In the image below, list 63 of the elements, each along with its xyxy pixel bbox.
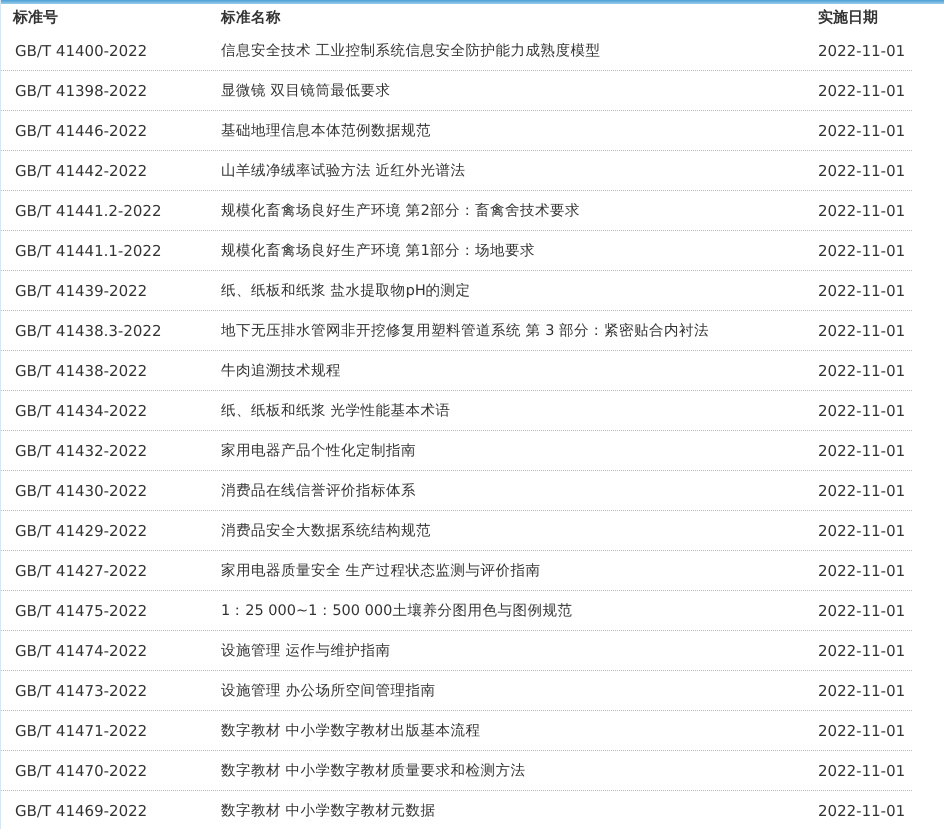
table-cell: 2022-11-01 xyxy=(818,722,906,740)
table-cell-text: GB/T 41469-2022 xyxy=(15,802,148,820)
table-cell-text: GB/T 41471-2022 xyxy=(15,722,148,740)
table-cell: 2022-11-01 xyxy=(818,802,906,820)
table-cell-text: 基础地理信息本体范例数据规范 xyxy=(221,122,432,140)
table-cell-text: GB/T 41470-2022 xyxy=(15,762,148,780)
table-cell-text: 山羊绒净绒率试验方法 近红外光谱法 xyxy=(221,162,467,180)
table-cell-text: GB/T 41442-2022 xyxy=(15,162,148,180)
table-cell-text: 数字教材 中小学数字教材出版基本流程 xyxy=(221,722,482,740)
table-cell-text: 1：25 000~1：500 000土壤养分图用色与图例规范 xyxy=(221,602,574,620)
table-cell-text: GB/T 41432-2022 xyxy=(15,442,148,460)
table-cell-text: GB/T 41446-2022 xyxy=(15,122,148,140)
table-cell: 2022-11-01 xyxy=(818,282,906,300)
column-header: 标准号 xyxy=(13,8,59,27)
table-cell: 2022-11-01 xyxy=(818,362,906,380)
table-cell: 2022-11-01 xyxy=(818,562,906,580)
table-cell: 2022-11-01 xyxy=(818,602,906,620)
table-cell: 2022-11-01 xyxy=(818,642,906,660)
table-cell: 2022-11-01 xyxy=(818,122,906,140)
table-cell-text: 纸、纸板和纸浆 光学性能基本术语 xyxy=(221,402,452,420)
table-cell-text: 牛肉追溯技术规程 xyxy=(221,362,342,380)
table-cell: 2022-11-01 xyxy=(818,42,906,60)
table-cell-text: GB/T 41438.3-2022 xyxy=(15,322,163,340)
table-cell-text: GB/T 41427-2022 xyxy=(15,562,148,580)
table-cell: 2022-11-01 xyxy=(818,242,906,260)
table-cell-text: 信息安全技术 工业控制系统信息安全防护能力成熟度模型 xyxy=(221,42,602,60)
table-cell: 2022-11-01 xyxy=(818,482,906,500)
table-cell-text: 规模化畜禽场良好生产环境 第2部分：畜禽舍技术要求 xyxy=(221,202,581,220)
table-cell-text: 消费品在线信誉评价指标体系 xyxy=(221,482,417,500)
table-cell: 2022-11-01 xyxy=(818,162,906,180)
table-cell: 2022-11-01 xyxy=(818,522,906,540)
table-cell-text: GB/T 41441.1-2022 xyxy=(15,242,163,260)
table-cell: 2022-11-01 xyxy=(818,322,906,340)
table-cell: 2022-11-01 xyxy=(818,442,906,460)
table-cell-text: 设施管理 运作与维护指南 xyxy=(221,642,392,660)
table-cell-text: GB/T 41430-2022 xyxy=(15,482,148,500)
column-header: 实施日期 xyxy=(818,8,878,27)
table-cell: 2022-11-01 xyxy=(818,202,906,220)
table-cell-text: GB/T 41475-2022 xyxy=(15,602,148,620)
table-cell-text: 数字教材 中小学数字教材元数据 xyxy=(221,802,437,820)
table-cell: 2022-11-01 xyxy=(818,82,906,100)
table-cell-text: 数字教材 中小学数字教材质量要求和检测方法 xyxy=(221,762,527,780)
table-cell-text: GB/T 41429-2022 xyxy=(15,522,148,540)
table-cell-text: 设施管理 办公场所空间管理指南 xyxy=(221,682,437,700)
table-cell-text: GB/T 41473-2022 xyxy=(15,682,148,700)
table-cell-text: 家用电器产品个性化定制指南 xyxy=(221,442,417,460)
table-cell-text: GB/T 41434-2022 xyxy=(15,402,148,420)
table-cell: 2022-11-01 xyxy=(818,402,906,420)
table-cell-text: GB/T 41439-2022 xyxy=(15,282,148,300)
column-header: 标准名称 xyxy=(221,8,282,27)
table-cell-text: GB/T 41441.2-2022 xyxy=(15,202,163,220)
table-cell: 2022-11-01 xyxy=(818,762,906,780)
table-cell-text: 显微镜 双目镜筒最低要求 xyxy=(221,82,392,100)
table-cell-text: 规模化畜禽场良好生产环境 第1部分：场地要求 xyxy=(221,242,536,260)
table-cell-text: GB/T 41400-2022 xyxy=(15,42,148,60)
table-cell-text: 家用电器质量安全 生产过程状态监测与评价指南 xyxy=(221,562,542,580)
table-cell: 2022-11-01 xyxy=(818,682,906,700)
table-cell-text: GB/T 41474-2022 xyxy=(15,642,148,660)
table-cell-text: 纸、纸板和纸浆 盐水提取物pH的测定 xyxy=(221,282,472,300)
table-cell-text: 消费品安全大数据系统结构规范 xyxy=(221,522,432,540)
table-cell-text: 地下无压排水管网非开挖修复用塑料管道系统 第 3 部分：紧密贴合内衬法 xyxy=(221,322,710,340)
table-cell-text: GB/T 41438-2022 xyxy=(15,362,148,380)
table-cell-text: GB/T 41398-2022 xyxy=(15,82,148,100)
